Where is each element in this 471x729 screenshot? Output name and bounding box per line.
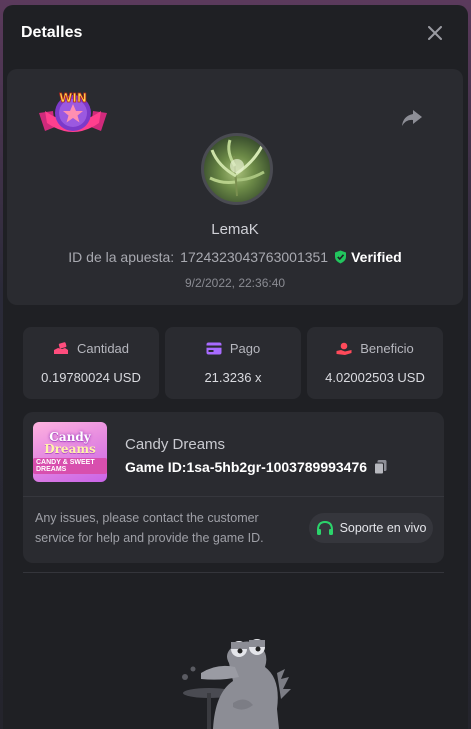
stat-profit-value: 4.02002503 USD — [325, 370, 425, 385]
stat-amount-value: 0.19780024 USD — [41, 370, 141, 385]
bet-id-label: ID de la apuesta: — [68, 249, 175, 265]
close-icon — [428, 26, 442, 40]
game-id-row: Game ID:1sa-5hb2gr-1003789993476 — [125, 459, 389, 475]
headset-icon — [316, 520, 333, 535]
stat-amount: Cantidad 0.19780024 USD — [23, 327, 159, 399]
bet-datetime: 9/2/2022, 22:36:40 — [184, 276, 286, 290]
crocodile-mascot — [173, 633, 303, 729]
card-icon — [206, 342, 222, 355]
live-support-label: Soporte en vivo — [339, 521, 427, 535]
stat-amount-label: Cantidad — [76, 341, 130, 356]
share-icon — [402, 110, 422, 126]
verified-badge: Verified — [334, 249, 402, 265]
win-badge: WIN — [37, 87, 109, 148]
share-button[interactable] — [401, 109, 425, 129]
modal-title: Detalles — [21, 24, 83, 41]
stat-profit: Beneficio 4.02002503 USD — [307, 327, 443, 399]
game-name: Candy Dreams — [125, 436, 226, 453]
game-thumb-subtitle: CANDY & SWEET DREAMS — [33, 457, 107, 474]
game-card: Candy Dreams CANDY & SWEET DREAMS Candy … — [23, 412, 444, 563]
username: LemaK — [211, 221, 259, 238]
game-card-divider — [23, 496, 444, 497]
verified-label: Verified — [351, 249, 402, 265]
crocodile-mascot-icon — [182, 639, 291, 729]
help-text: Any issues, please contact the customer … — [35, 511, 264, 545]
bet-id-value: 1724323043763001351 — [180, 249, 329, 265]
details-modal: Detalles WIN LemaK ID de la apuesta: 172… — [3, 5, 468, 729]
game-thumb-title-1: Candy — [49, 429, 91, 444]
stat-profit-label: Beneficio — [360, 341, 414, 356]
close-button[interactable] — [424, 22, 446, 44]
stats-row: Cantidad 0.19780024 USD Pago 21.3236 x B… — [23, 327, 443, 399]
win-badge-icon: WIN — [39, 91, 107, 132]
game-thumb-title-2: Dreams — [44, 441, 96, 456]
stat-payout-label: Pago — [229, 341, 261, 356]
game-thumbnail[interactable]: Candy Dreams CANDY & SWEET DREAMS — [33, 422, 107, 482]
profit-hand-icon — [336, 342, 352, 355]
game-id-text: Game ID:1sa-5hb2gr-1003789993476 — [125, 459, 368, 475]
avatar — [201, 133, 273, 205]
stat-payout-value: 21.3236 x — [204, 370, 262, 385]
live-support-button[interactable]: Soporte en vivo — [309, 513, 433, 543]
stat-payout: Pago 21.3236 x — [165, 327, 301, 399]
bet-id-row: ID de la apuesta: 1724323043763001351 Ve… — [7, 249, 463, 265]
avatar-plant-image — [209, 139, 265, 197]
bet-summary-card: WIN LemaK ID de la apuesta: 172432304376… — [7, 69, 463, 305]
verified-shield-icon — [335, 250, 347, 264]
copy-icon[interactable] — [373, 459, 389, 475]
bet-hand-icon — [53, 341, 68, 354]
modal-header: Detalles — [3, 5, 468, 61]
win-badge-text: WIN — [59, 91, 87, 105]
section-divider — [23, 572, 444, 573]
